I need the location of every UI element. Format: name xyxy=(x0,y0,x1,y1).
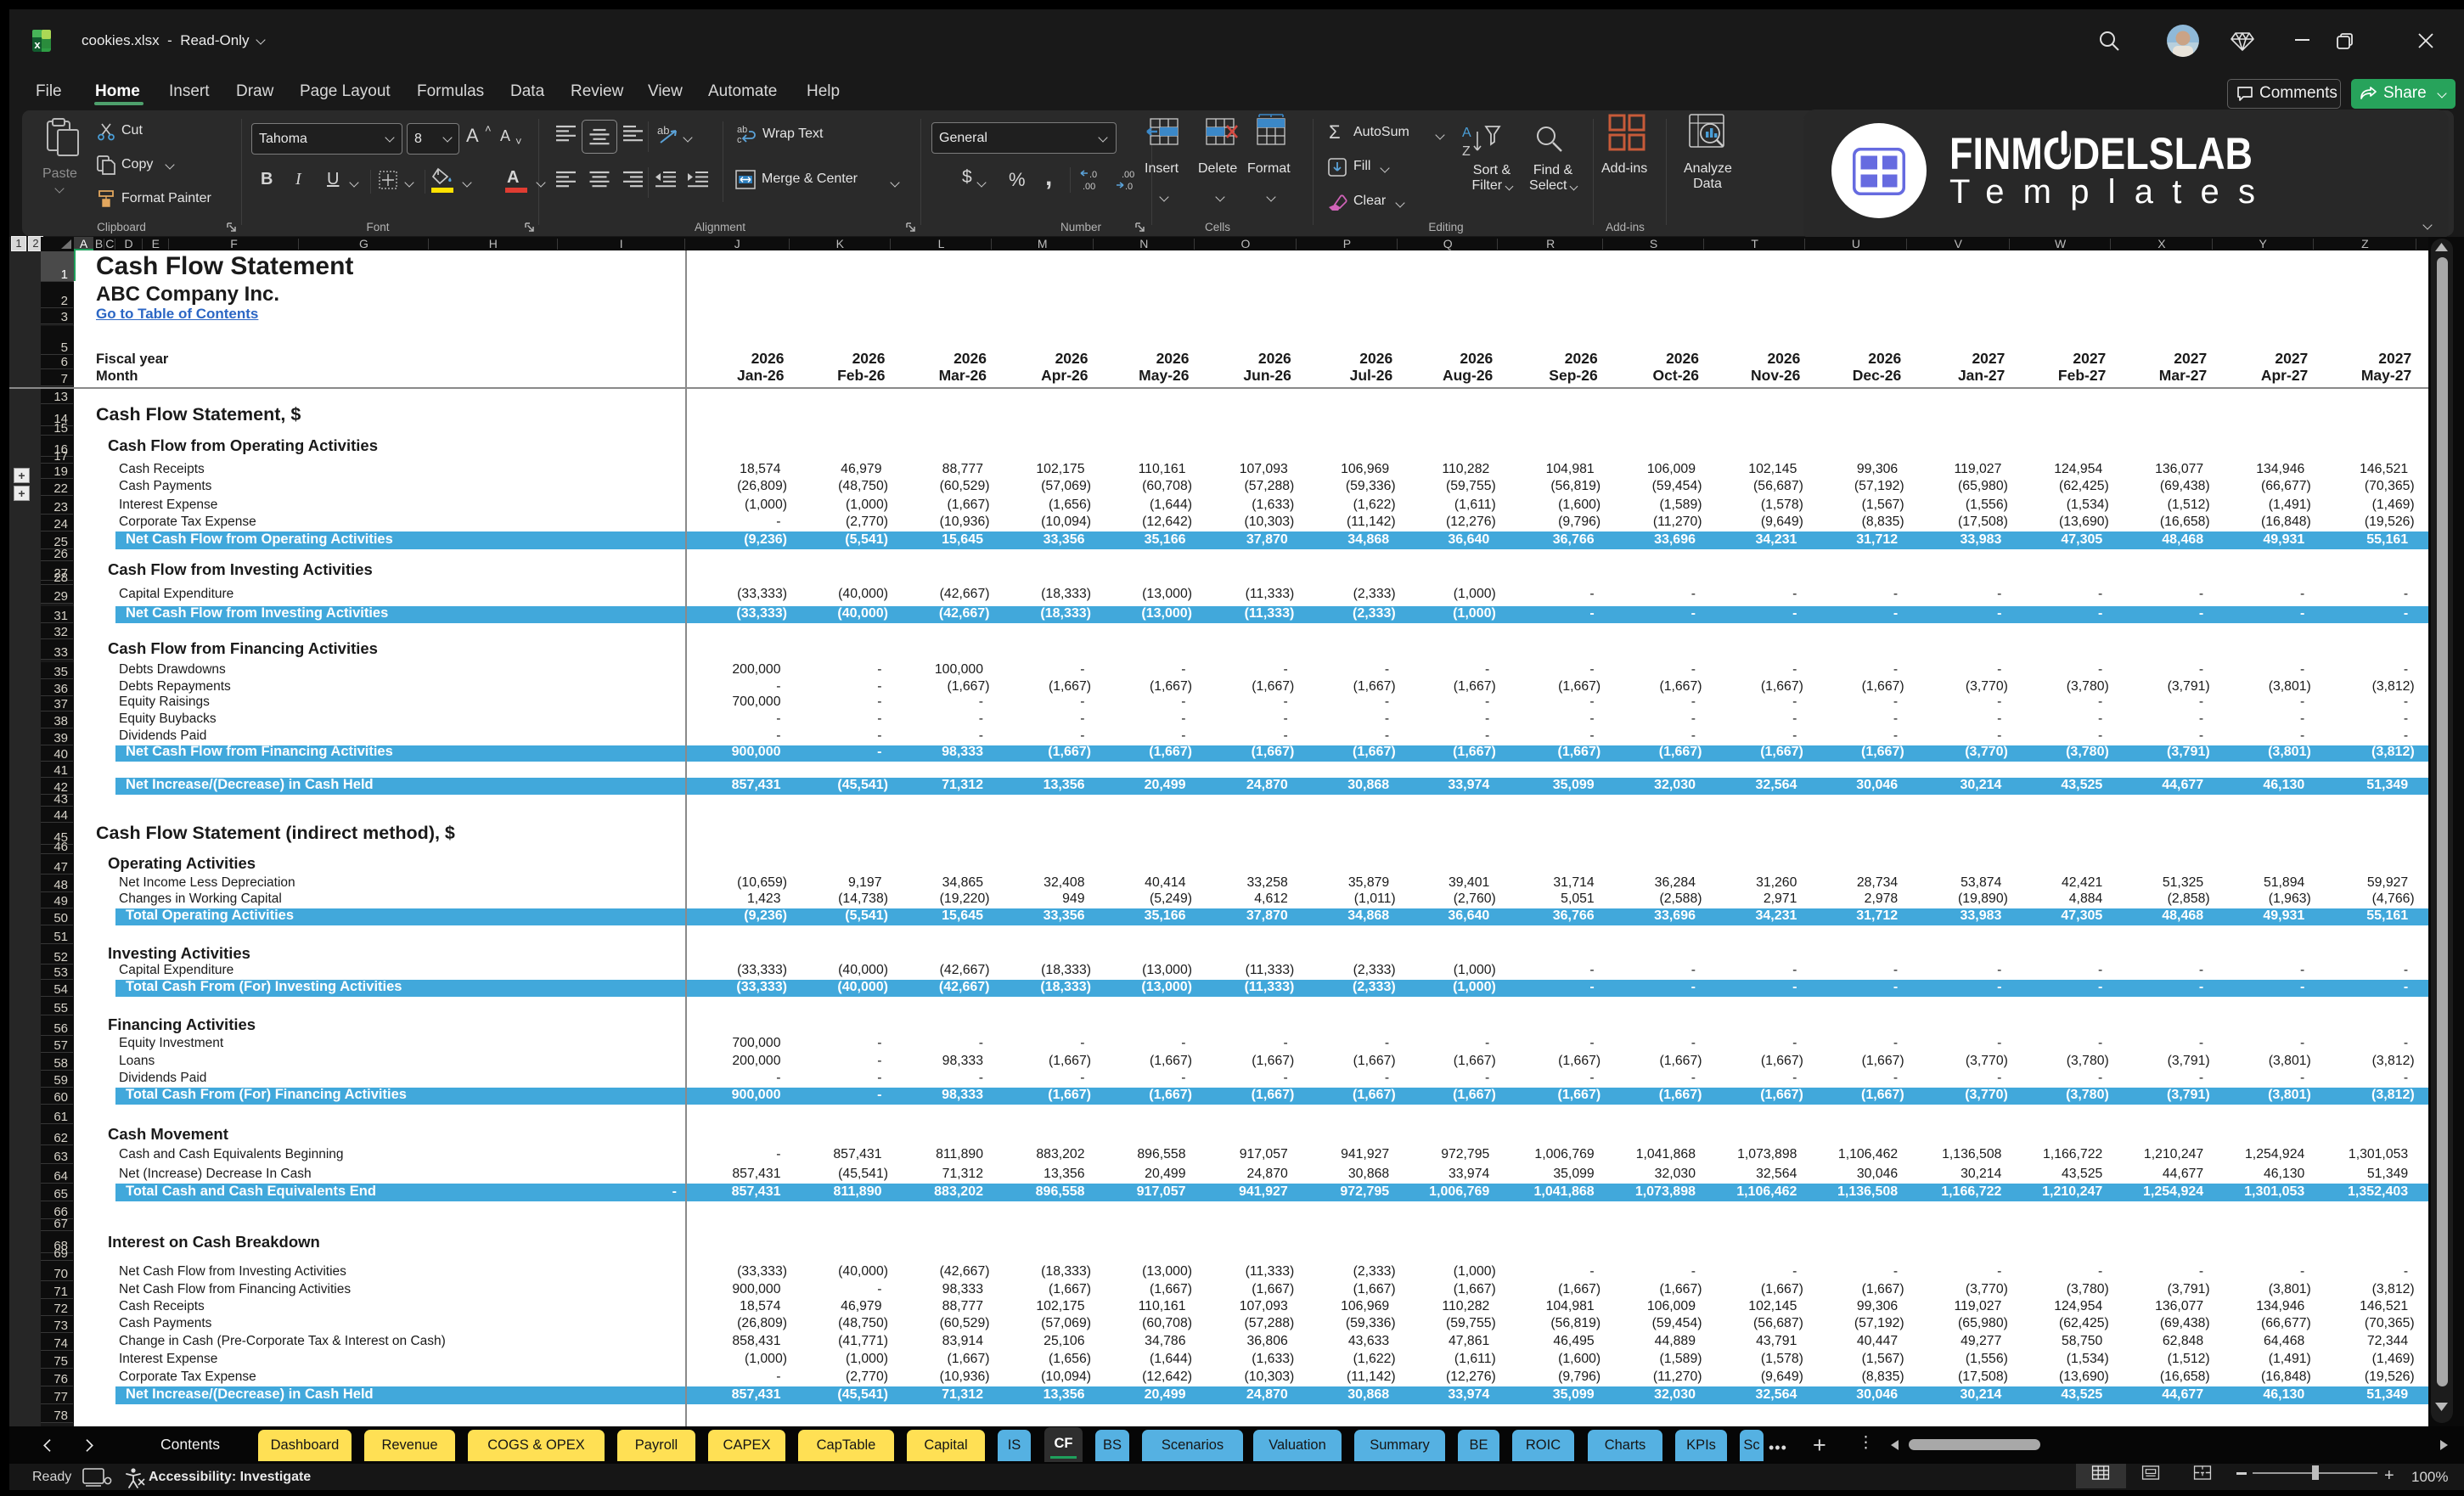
svg-text:.0: .0 xyxy=(1125,182,1133,192)
svg-text:ab: ab xyxy=(737,125,747,135)
svg-text:A: A xyxy=(1462,126,1471,140)
svg-text:.00: .00 xyxy=(1083,182,1095,192)
svg-text:.00: .00 xyxy=(1122,170,1134,180)
svg-text:x: x xyxy=(34,38,41,51)
svg-text:ab: ab xyxy=(657,124,669,137)
svg-text:FINMODELSLAB: FINMODELSLAB xyxy=(1949,129,2253,179)
svg-text:c: c xyxy=(737,135,742,145)
svg-text:.0: .0 xyxy=(1089,170,1097,180)
svg-text:Z: Z xyxy=(1462,144,1471,159)
